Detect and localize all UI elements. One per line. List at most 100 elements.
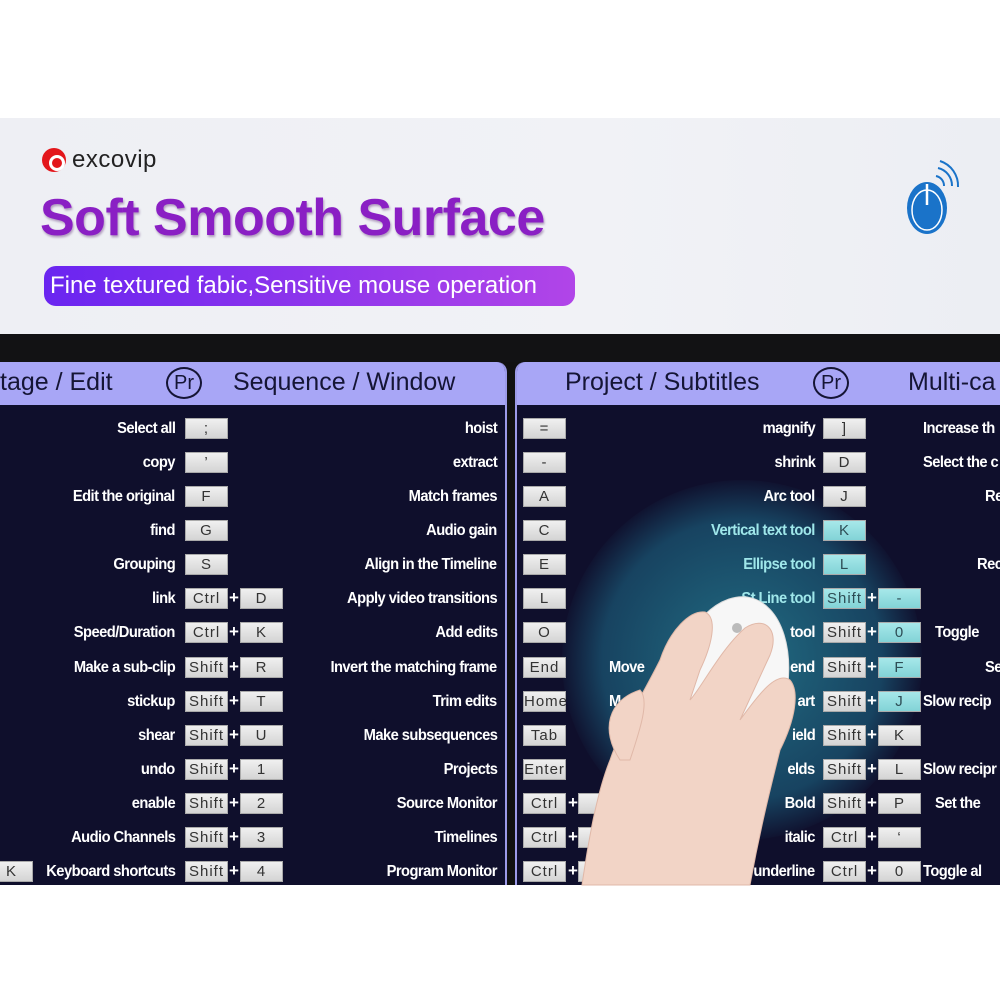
keycap: D — [823, 452, 866, 474]
shortcut-label: Reci — [977, 556, 1000, 574]
panel-title-right: Multi-ca — [908, 368, 996, 396]
shortcut-label: art — [797, 692, 816, 710]
shortcut-row: Arc tool J — [517, 482, 1000, 516]
shortcut-row: Match frames — [0, 482, 505, 516]
shortcut-label: italic — [784, 828, 816, 846]
shortcut-row: Ellipse tool L — [517, 550, 1000, 584]
shortcut-label: Align in the Timeline — [364, 556, 498, 574]
keycap: - — [878, 588, 921, 610]
shortcut-label: Trim edits — [432, 692, 498, 710]
keycap: P — [878, 792, 921, 814]
shortcut-label: Set the — [935, 794, 981, 812]
panel-header: Project / Subtitles Pr Multi-ca — [517, 362, 1000, 405]
keycap: Shift — [823, 758, 866, 780]
keycap: Shift — [823, 690, 866, 712]
keycap: F — [878, 656, 921, 678]
shortcut-label: Re — [985, 488, 1000, 506]
plus-sign: + — [867, 656, 877, 676]
shortcut-label: tool — [790, 624, 815, 642]
shortcut-row: Invert the matching frame — [0, 653, 505, 687]
shortcut-label: underline — [753, 863, 816, 881]
keycap: K — [0, 861, 33, 883]
brand-name: excovip — [72, 146, 157, 173]
shortcut-label: St Line tool — [741, 590, 815, 608]
shortcut-label: Audio gain — [426, 522, 497, 540]
shortcut-row: Apply video transitions — [0, 584, 505, 618]
shortcut-label: magnify — [762, 420, 815, 437]
plus-sign: + — [867, 588, 877, 608]
shortcut-label: Vertical text tool — [711, 522, 815, 540]
keycap: L — [823, 554, 866, 576]
shortcut-row: Program Monitor — [0, 857, 505, 885]
keycap: K — [878, 724, 921, 746]
tagline: Fine textured fabic,Sensitive mouse oper… — [44, 266, 575, 306]
plus-sign: + — [867, 690, 877, 710]
wireless-mouse-icon — [907, 160, 960, 234]
keycap: K — [823, 520, 866, 542]
keycap: Shift — [823, 588, 866, 610]
shortcut-row: tool Shift +0 — [517, 618, 1000, 652]
shortcut-row: Trim edits — [0, 687, 505, 721]
shortcut-row: St Line tool Shift + - — [517, 584, 1000, 618]
plus-sign: + — [867, 792, 877, 812]
keycap: 0 — [878, 622, 921, 644]
shortcut-label: Arc tool — [763, 488, 816, 506]
shortcut-row: Add edits — [0, 618, 505, 652]
shortcut-label: Ellipse tool — [743, 556, 815, 574]
plus-sign: + — [867, 622, 877, 642]
shortcut-row: Align in the Timeline — [0, 550, 505, 584]
shortcut-label: Invert the matching frame — [330, 658, 498, 676]
brand-logo: excovip — [42, 146, 157, 174]
plus-sign: + — [867, 861, 877, 881]
panel-header: tage / Edit Pr Sequence / Window — [0, 362, 505, 405]
shortcut-panel-left: tage / Edit Pr Sequence / Window Select … — [0, 362, 507, 885]
shortcut-label: shrink — [774, 454, 815, 472]
shortcut-label: Se — [985, 658, 1000, 676]
brand-logo-icon — [42, 148, 66, 172]
shortcut-row: Timelines — [0, 823, 505, 857]
mousepad-edge — [0, 334, 1000, 364]
shortcut-label: Program Monitor — [386, 863, 498, 881]
shortcut-label: Add edits — [434, 624, 498, 642]
keycap: Shift — [823, 622, 866, 644]
shortcut-row: Make subsequences — [0, 721, 505, 755]
keycap: ] — [823, 418, 866, 439]
shortcut-label: Source Monitor — [396, 794, 498, 812]
shortcut-label: Match frames — [408, 488, 498, 506]
shortcut-panel-right: Project / Subtitles Pr Multi-ca = - A C E L O E… — [515, 362, 1000, 885]
premiere-pro-icon: Pr — [166, 367, 202, 399]
shortcut-label: elds — [787, 760, 816, 778]
shortcut-label: Slow recipr — [923, 760, 997, 778]
shortcut-row: Vertical text tool K — [517, 516, 1000, 550]
keycap: J — [823, 486, 866, 508]
shortcut-label: Toggle al — [923, 863, 982, 881]
shortcut-label: Toggle — [935, 624, 979, 642]
keycap: Shift — [823, 792, 866, 814]
keycap: 0 — [878, 861, 921, 883]
shortcut-label: Projects — [443, 760, 497, 778]
keycap: Shift — [823, 656, 866, 678]
shortcut-row: hoist — [0, 414, 505, 448]
shortcut-row: end Shift + F — [517, 653, 1000, 687]
shortcut-row: extract — [0, 448, 505, 482]
shortcut-row: Projects — [0, 755, 505, 789]
keycap: J — [878, 690, 921, 712]
keycap: L — [878, 758, 921, 780]
shortcut-row: Bold Shift + P — [517, 789, 1000, 823]
plus-sign: + — [867, 724, 877, 744]
shortcut-row: italic Ctrl + ‘ — [517, 823, 1000, 857]
shortcut-label: Apply video transitions — [346, 590, 498, 608]
keycap: Shift — [823, 724, 866, 746]
panel-title-left: Project / Subtitles — [565, 368, 760, 396]
keycap: Ctrl — [823, 861, 866, 883]
shortcut-label: Slow recip — [923, 692, 992, 710]
premiere-pro-icon: Pr — [813, 367, 849, 399]
panel-title-left: tage / Edit — [0, 368, 113, 396]
plus-sign: + — [867, 826, 877, 846]
keycap: ‘ — [878, 826, 921, 848]
plus-sign: + — [867, 758, 877, 778]
shortcut-label: Make subsequences — [363, 726, 497, 744]
shortcut-label: hoist — [464, 420, 498, 437]
shortcut-row: ield Shift + K — [517, 721, 1000, 755]
shortcut-label: Select the c — [923, 454, 999, 472]
